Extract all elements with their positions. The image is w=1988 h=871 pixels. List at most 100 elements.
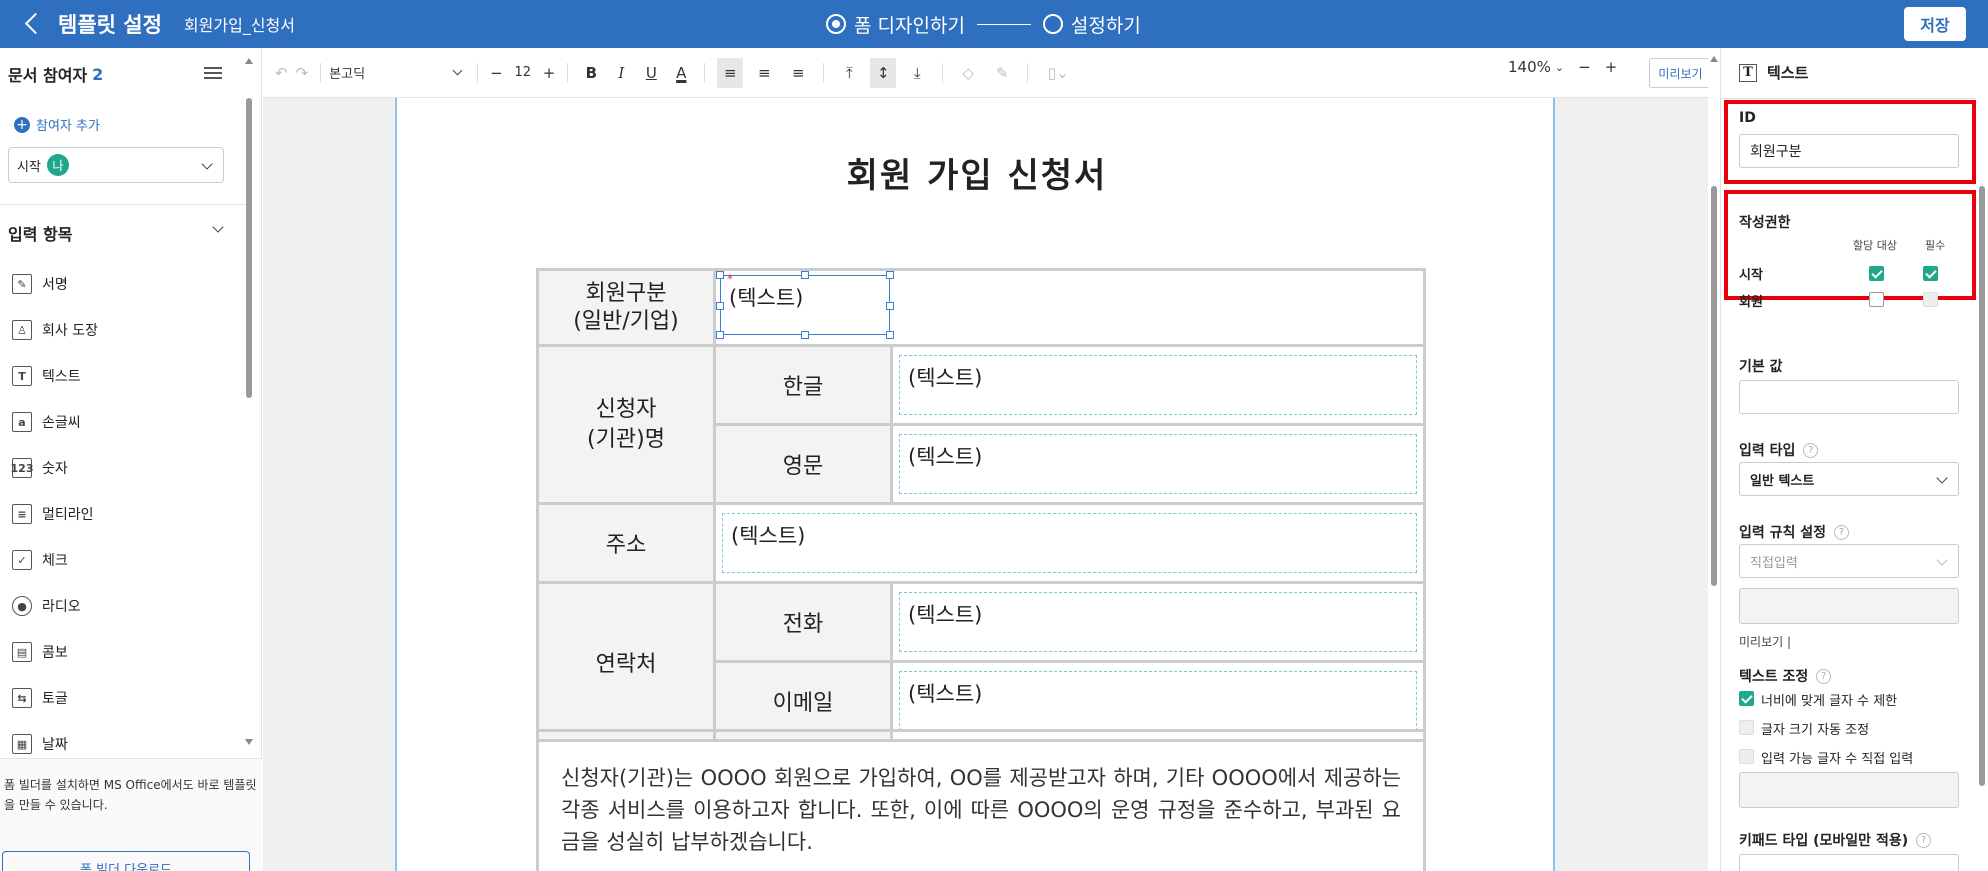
font-select[interactable]: 본고딕 [329, 58, 469, 88]
phone-label[interactable]: 전화 [713, 581, 893, 663]
member-type-label[interactable]: 회원구분 (일반/기업) [536, 268, 716, 347]
font-color-icon[interactable]: A [670, 58, 692, 88]
bold-icon[interactable]: B [580, 58, 602, 88]
scroll-down-icon[interactable] [245, 739, 253, 745]
chevron-down-icon[interactable]: ⌄ [1555, 61, 1564, 74]
korean-name-field[interactable]: (텍스트) [899, 355, 1417, 415]
agreement-paragraph[interactable]: 신청자(기관)는 OOOO 회원으로 가입하여, OO를 제공받고자 하며, 기… [536, 729, 1426, 871]
scroll-up-icon[interactable] [1710, 56, 1718, 62]
valign-top-icon[interactable]: ⤒ [836, 58, 862, 88]
limit-chars-checkbox[interactable] [1739, 691, 1754, 706]
start-assign-checkbox[interactable] [1869, 266, 1884, 281]
limit-chars-label[interactable]: 너비에 맞게 글자 수 제한 [1761, 690, 1897, 709]
english-name-field[interactable]: (텍스트) [899, 434, 1417, 494]
align-right-icon[interactable]: ≡ [785, 58, 811, 88]
add-participant-button[interactable]: + 참여자 추가 [14, 115, 100, 134]
keypad-type-label: 키패드 타입 (모바일만 적용)? [1739, 830, 1932, 850]
auto-size-label[interactable]: 글자 크기 자동 조정 [1761, 719, 1869, 738]
input-item-label: 서명 [42, 277, 68, 293]
help-icon[interactable]: ? [1803, 442, 1819, 458]
font-size-value[interactable]: 12 [511, 58, 535, 88]
align-left-icon[interactable]: ≡ [717, 57, 744, 88]
input-item[interactable]: ▤ 콤보 [12, 629, 98, 675]
max-chars-checkbox[interactable] [1739, 749, 1754, 764]
required-column-label: 필수 [1925, 239, 1946, 252]
applicant-name-label[interactable]: 신청자 (기관)명 [536, 344, 716, 505]
input-item[interactable]: a 손글씨 [12, 399, 98, 445]
left-scrollbar[interactable] [246, 70, 252, 500]
korean-name-label[interactable]: 한글 [713, 344, 893, 426]
save-button[interactable]: 저장 [1904, 7, 1966, 41]
zoom-out-icon[interactable]: − [1578, 58, 1591, 76]
italic-icon[interactable]: I [610, 58, 632, 88]
underline-icon[interactable]: U [640, 58, 662, 88]
border-color-icon[interactable]: ✎ [989, 58, 1015, 88]
document-name: 회원가입_신청서 [183, 16, 295, 35]
max-chars-label[interactable]: 입력 가능 글자 수 직접 입력 [1761, 748, 1913, 767]
english-name-label[interactable]: 영문 [713, 423, 893, 505]
input-item[interactable]: ● 라디오 [12, 583, 98, 629]
redo-icon[interactable]: ↷ [296, 58, 309, 88]
input-item-label: 손글씨 [42, 415, 81, 431]
calendar-icon: ▦ [12, 734, 32, 754]
auto-size-checkbox[interactable] [1739, 720, 1754, 735]
input-item[interactable]: ✎ 서명 [12, 261, 98, 307]
settings-mode-label[interactable]: 설정하기 [1071, 11, 1141, 38]
id-label: ID [1739, 110, 1756, 126]
input-item[interactable]: ≡ 멀티라인 [12, 491, 98, 537]
back-icon[interactable] [22, 12, 46, 36]
fill-color-icon[interactable]: ◇ [955, 58, 981, 88]
member-type-field[interactable]: * (텍스트) [716, 271, 894, 339]
member-assign-checkbox[interactable] [1869, 292, 1884, 307]
chevron-down-icon[interactable] [212, 221, 224, 233]
font-size-decrease-icon[interactable]: − [490, 58, 503, 88]
top-bar: 템플릿 설정 회원가입_신청서 폼 디자인하기 설정하기 저장 [0, 0, 1988, 48]
input-item[interactable]: ⇆ 토글 [12, 675, 98, 721]
field-placeholder: (텍스트) [731, 524, 806, 548]
design-mode-label[interactable]: 폼 디자인하기 [854, 11, 965, 38]
font-size-increase-icon[interactable]: + [543, 58, 556, 88]
email-field[interactable]: (텍스트) [899, 671, 1417, 731]
align-center-icon[interactable]: ≡ [751, 58, 777, 88]
participant-select[interactable]: 시작 나 [8, 147, 224, 183]
canvas-scrollbar[interactable] [1708, 48, 1720, 871]
handwriting-icon: a [12, 412, 32, 432]
zoom-value[interactable]: 140% [1508, 58, 1551, 76]
help-icon[interactable]: ? [1834, 524, 1850, 540]
document-page: 회원 가입 신청서 회원구분 (일반/기업) * (텍스트) 신청자 (기관)명… [395, 98, 1555, 871]
valign-middle-icon[interactable]: ↕ [870, 57, 897, 88]
zoom-control: 140% ⌄ − + [1508, 58, 1617, 76]
document-title[interactable]: 회원 가입 신청서 [397, 148, 1557, 197]
undo-icon[interactable]: ↶ [275, 58, 288, 88]
start-required-checkbox[interactable] [1923, 266, 1938, 281]
valign-bottom-icon[interactable]: ⤓ [904, 58, 930, 88]
input-type-select[interactable]: 일반 텍스트 [1739, 462, 1959, 496]
input-item[interactable]: ✓ 체크 [12, 537, 98, 583]
input-item[interactable]: T 텍스트 [12, 353, 98, 399]
help-icon[interactable]: ? [1916, 832, 1932, 848]
help-icon[interactable]: ? [1816, 668, 1832, 684]
phone-field[interactable]: (텍스트) [899, 592, 1417, 652]
scroll-up-icon[interactable] [245, 58, 253, 64]
input-items-header[interactable]: 입력 항목 [8, 221, 72, 245]
input-item[interactable]: ♙ 회사 도장 [12, 307, 98, 353]
properties-scrollbar[interactable] [1976, 48, 1988, 871]
keypad-type-select[interactable] [1739, 854, 1959, 871]
id-input[interactable]: 회원구분 [1739, 134, 1959, 168]
input-item[interactable]: 123 숫자 [11, 445, 98, 491]
settings-mode-radio[interactable] [1042, 14, 1063, 34]
list-icon[interactable] [204, 67, 222, 81]
design-mode-radio[interactable] [826, 14, 846, 34]
input-items-list: ✎ 서명 ♙ 회사 도장 T 텍스트 a 손글씨 123 숫자 ≡ 멀티라인 ✓ 체크 ● 라디오 ▤ 콤보 ⇆ 토글… [11, 261, 98, 767]
chevron-down-icon [201, 158, 213, 170]
address-label[interactable]: 주소 [536, 502, 716, 584]
max-chars-input [1739, 772, 1959, 808]
preview-button[interactable]: 미리보기 [1649, 58, 1712, 88]
default-value-input[interactable] [1739, 380, 1959, 414]
address-field[interactable]: (텍스트) [722, 513, 1417, 573]
contact-label[interactable]: 연락처 [536, 581, 716, 742]
zoom-in-icon[interactable]: + [1605, 58, 1618, 76]
download-builder-button[interactable]: 폼 빌더 다운로드 [2, 851, 250, 871]
input-item-label: 멀티라인 [42, 507, 94, 523]
border-style-icon[interactable]: ▯⌄ [1040, 58, 1076, 88]
